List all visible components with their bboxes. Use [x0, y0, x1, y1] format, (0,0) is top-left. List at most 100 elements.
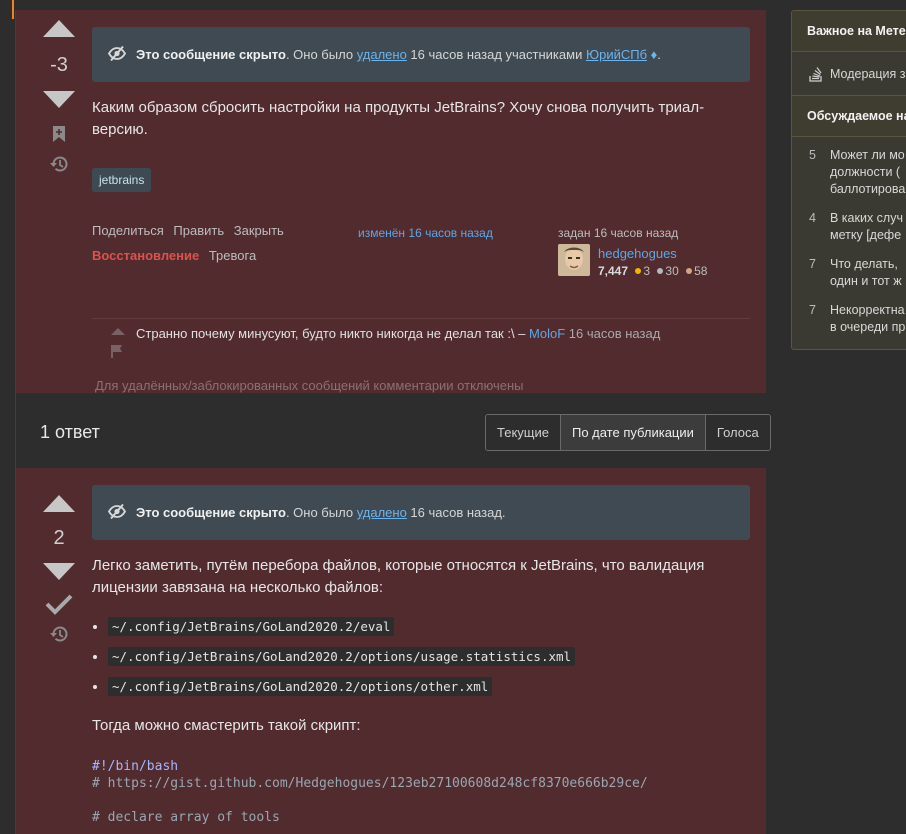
comment-upvote-icon[interactable] [111, 328, 125, 335]
silver-count: 30 [665, 264, 679, 278]
gold-badge-icon [635, 268, 642, 275]
post-menu-2: Восстановление Тревога [92, 248, 262, 263]
answer-history-icon[interactable] [42, 625, 76, 643]
notice-text-2: 16 часов назад участниками [406, 47, 586, 62]
file-path: ~/.config/JetBrains/GoLand2020.2/eval [108, 617, 395, 636]
moderator-link[interactable]: ЮрийСПб [586, 47, 647, 62]
reputation: 7,447 [598, 264, 629, 278]
restore-link[interactable]: Восстановление [92, 248, 199, 263]
bookmark-icon[interactable] [42, 125, 76, 143]
post-menu: Поделиться Править Закрыть [92, 223, 290, 238]
hot-item-line: баллотирова [830, 182, 906, 196]
answer-notice-text: . Оно было [285, 505, 357, 520]
hot-item[interactable]: 4 В каких случ метку [дефе [792, 210, 906, 244]
hot-item-line: Некорректна [830, 303, 905, 317]
file-list: ~/.config/JetBrains/GoLand2020.2/eval ~/… [108, 617, 576, 708]
owner-card: задан 16 часов назад hedgehogues 7,447 3… [558, 226, 728, 278]
hot-item-count: 5 [809, 148, 816, 162]
sort-by-votes[interactable]: Голоса [705, 415, 770, 450]
avatar[interactable] [558, 244, 590, 276]
upvote-button[interactable] [43, 20, 75, 37]
hot-item-line: должности ( [830, 165, 901, 179]
file-path: ~/.config/JetBrains/GoLand2020.2/options… [108, 677, 493, 696]
edited-link[interactable]: изменён 16 часов назад [358, 226, 493, 240]
silver-badge-icon [657, 268, 664, 275]
eye-off-icon [107, 45, 127, 64]
comment-user[interactable]: MoloF [529, 326, 565, 341]
code-line: # https://gist.github.com/Hedgehogues/12… [92, 776, 648, 791]
comment-separator [92, 318, 750, 319]
code-line: #!/bin/bash [92, 759, 179, 774]
sort-active[interactable]: Текущие [486, 415, 561, 450]
notice-end: . [657, 47, 661, 62]
answer-sort-tabs: Текущие По дате публикации Голоса [485, 414, 771, 451]
notice-text-1: . Оно было [285, 47, 357, 62]
answer-upvote-button[interactable] [43, 495, 75, 512]
code-line: # declare array of tools [92, 810, 280, 825]
answer-intro: Легко заметить, путём перебора файлов, к… [92, 557, 705, 596]
eye-off-icon [107, 503, 127, 522]
list-item: ~/.config/JetBrains/GoLand2020.2/options… [108, 647, 576, 678]
gold-count: 3 [643, 264, 651, 278]
answer-notice-bold: Это сообщение скрыто [136, 505, 286, 520]
list-item: ~/.config/JetBrains/GoLand2020.2/options… [108, 677, 575, 708]
deleted-link[interactable]: удалено [357, 47, 407, 62]
comments-disabled-note: Для удалённых/заблокированных сообщений … [95, 378, 524, 393]
edit-link[interactable]: Править [173, 223, 224, 238]
sort-by-date[interactable]: По дате публикации [560, 415, 706, 450]
question-score: -3 [50, 54, 68, 76]
meta-title: Важное на Мете [792, 11, 906, 52]
comment-time: 16 часов назад [565, 326, 661, 341]
hot-item-count: 4 [809, 211, 816, 225]
hot-item[interactable]: 7 Что делать, один и тот ж [792, 256, 906, 290]
bronze-badge-icon [686, 268, 693, 275]
file-path: ~/.config/JetBrains/GoLand2020.2/options… [108, 647, 576, 666]
question-body: Каким образом сбросить настройки на прод… [92, 99, 705, 138]
hot-item-line: метку [дефе [830, 228, 902, 242]
accept-check-icon[interactable] [42, 593, 76, 615]
answers-count: 1 ответ [40, 422, 100, 442]
sidebar-widget: Важное на Мете Модерация з Обсуждаемое н… [791, 10, 906, 350]
deleted-notice: Это сообщение скрыто. Оно было удалено 1… [92, 27, 750, 82]
share-link[interactable]: Поделиться [92, 223, 164, 238]
answer-downvote-button[interactable] [43, 563, 75, 580]
downvote-button[interactable] [43, 91, 75, 108]
hot-item-line: Что делать, [830, 257, 898, 271]
answer-deleted-link[interactable]: удалено [357, 505, 407, 520]
comment-flag-icon[interactable] [110, 344, 125, 361]
code-block: #!/bin/bash # https://gist.github.com/He… [92, 758, 752, 826]
hot-item[interactable]: 5 Может ли мо должности ( баллотирова [792, 147, 906, 198]
stack-icon [808, 66, 823, 87]
bronze-count: 58 [694, 264, 708, 278]
meta-item-label: Модерация з [830, 67, 906, 81]
answer-deleted-notice: Это сообщение скрыто. Оно было удалено 1… [92, 485, 750, 540]
hot-title: Обсуждаемое на [792, 96, 906, 137]
answer-vote-cell: 2 [42, 495, 76, 643]
script-intro: Тогда можно смастерить такой скрипт: [92, 717, 361, 734]
meta-item[interactable]: Модерация з [792, 52, 906, 96]
close-link[interactable]: Закрыть [234, 223, 284, 238]
asked-time: задан 16 часов назад [558, 226, 679, 240]
owner-name[interactable]: hedgehogues [598, 246, 677, 261]
answer-score: 2 [53, 527, 65, 549]
history-icon[interactable] [42, 155, 76, 173]
hot-item-count: 7 [809, 303, 816, 317]
hot-item[interactable]: 7 Некорректна в очереди пр [792, 302, 906, 336]
question-vote-cell: -3 [42, 20, 76, 173]
tag-jetbrains[interactable]: jetbrains [92, 168, 152, 192]
nav-indicator [12, 0, 14, 19]
owner-stats: 7,447 3 30 58 [598, 264, 707, 278]
hot-item-count: 7 [809, 257, 816, 271]
hot-item-line: в очереди пр [830, 320, 906, 334]
list-item: ~/.config/JetBrains/GoLand2020.2/eval [108, 617, 575, 648]
answer-notice-end: 16 часов назад. [406, 505, 506, 520]
flag-link[interactable]: Тревога [209, 248, 256, 263]
question-post: -3 Это сообщение скрыто. Оно было удален… [16, 10, 766, 393]
hot-item-line: В каких случ [830, 211, 903, 225]
comment: Странно почему минусуют, будто никто ник… [136, 326, 660, 341]
top-strip [0, 0, 906, 10]
notice-bold: Это сообщение скрыто [136, 47, 286, 62]
hot-item-line: один и тот ж [830, 274, 902, 288]
hot-item-line: Может ли мо [830, 148, 905, 162]
